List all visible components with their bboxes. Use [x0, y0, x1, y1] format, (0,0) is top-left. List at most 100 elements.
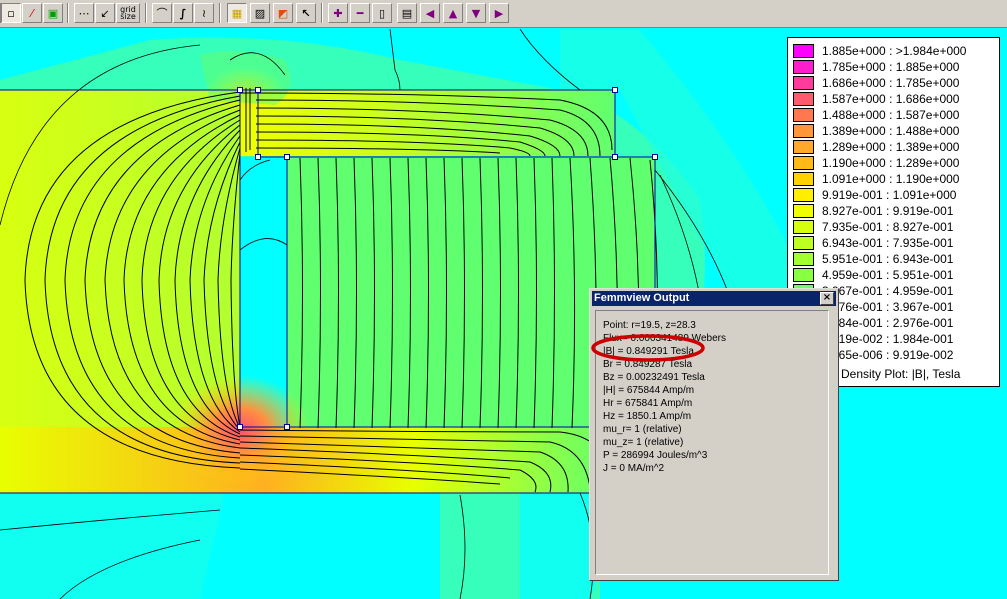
legend-label: 1.091e+000 : 1.190e+000 — [822, 172, 960, 186]
zoom-out-button[interactable]: ━ — [350, 3, 370, 23]
legend-entry: 7.935e-001 : 8.927e-001 — [793, 219, 953, 235]
legend-entry: 8.927e-001 : 9.919e-001 — [793, 203, 953, 219]
legend-entry: 1.686e+000 : 1.785e+000 — [793, 75, 959, 91]
legend-swatch — [793, 76, 814, 90]
pointer-button[interactable]: ↖ — [296, 3, 316, 23]
line-icon: ⁄ — [31, 6, 33, 20]
legend-swatch — [793, 92, 814, 106]
grid-icon: ⋯ — [78, 6, 90, 20]
legend-label: 5.951e-001 : 6.943e-001 — [822, 252, 954, 266]
legend-label: 1.587e+000 : 1.686e+000 — [822, 92, 960, 106]
legend-label: 3.967e-001 : 4.959e-001 — [822, 284, 954, 298]
document-zoom-icon: ▤ — [401, 6, 413, 20]
natural-zoom-button[interactable]: ▤ — [397, 3, 417, 23]
hatch-icon: ▨ — [254, 6, 266, 20]
legend-entry: 5.951e-001 : 6.943e-001 — [793, 251, 953, 267]
toolbar-grip — [145, 3, 147, 23]
legend-swatch — [793, 252, 814, 266]
legend-swatch — [793, 156, 814, 170]
legend-label: 7.935e-001 : 8.927e-001 — [822, 220, 954, 234]
legend-label: 1.289e+000 : 1.389e+000 — [822, 140, 960, 154]
integral-icon: ∫ — [179, 6, 187, 20]
legend-swatch — [793, 172, 814, 186]
region-icon: ▣ — [47, 6, 59, 20]
new-page-button[interactable]: ▯ — [372, 3, 392, 23]
pan-up-button[interactable]: ▲ — [443, 3, 463, 23]
coil-icon: ≀ — [201, 6, 207, 20]
toolbar-grip — [219, 3, 221, 23]
legend-swatch — [793, 188, 814, 202]
legend-entry: 6.943e-001 : 7.935e-001 — [793, 235, 953, 251]
legend-swatch — [793, 220, 814, 234]
legend-label: 9.919e-001 : 1.091e+000 — [822, 188, 957, 202]
density-plot-button[interactable]: ◩ — [273, 3, 293, 23]
pan-left-button[interactable]: ◀ — [420, 3, 440, 23]
arrow-up-icon: ▲ — [448, 6, 458, 20]
show-grid-button[interactable]: ⋯ — [74, 3, 94, 23]
plus-icon: ✚ — [333, 6, 343, 20]
arrow-left-icon: ◀ — [425, 6, 435, 20]
legend-label: 1.165e-006 : 9.919e-002 — [822, 348, 954, 362]
arrow-right-icon: ▶ — [494, 6, 504, 20]
legend-entry: 1.091e+000 : 1.190e+000 — [793, 171, 959, 187]
grid-size-button[interactable]: grid size — [116, 3, 140, 23]
minus-icon: ━ — [356, 6, 364, 20]
legend-label: 1.785e+000 : 1.885e+000 — [822, 60, 960, 74]
toolbar-grip — [67, 3, 69, 23]
legend-entry: 1.190e+000 : 1.289e+000 — [793, 155, 959, 171]
legend-label: 1.885e+000 : >1.984e+000 — [822, 44, 967, 58]
arrow-down-icon: ▼ — [471, 6, 481, 20]
pointer-icon: ↖ — [301, 6, 311, 20]
femmview-output-window[interactable]: Femmview Output × Point: r=19.5, z=28.3 … — [589, 288, 839, 581]
legend-label: 9.919e-002 : 1.984e-001 — [822, 332, 954, 346]
plot-line-button[interactable]: ⌒ — [152, 3, 172, 23]
zoom-in-button[interactable]: ✚ — [328, 3, 348, 23]
legend-entry: 1.885e+000 : >1.984e+000 — [793, 43, 966, 59]
pan-down-button[interactable]: ▼ — [466, 3, 486, 23]
legend-label: 1.686e+000 : 1.785e+000 — [822, 76, 960, 90]
legend-entry: 1.587e+000 : 1.686e+000 — [793, 91, 959, 107]
plot-line-icon: ⌒ — [156, 7, 168, 20]
draw-line-button[interactable]: ⁄ — [22, 3, 42, 23]
contour-icon: ▦ — [231, 6, 243, 20]
integrate-button[interactable]: ∫ — [173, 3, 193, 23]
legend-swatch — [793, 236, 814, 250]
legend-entry: 4.959e-001 : 5.951e-001 — [793, 267, 953, 283]
legend-entry: 1.488e+000 : 1.587e+000 — [793, 107, 959, 123]
legend-label: 1.984e-001 : 2.976e-001 — [822, 316, 954, 330]
legend-label: 1.488e+000 : 1.587e+000 — [822, 108, 960, 122]
legend-label: 4.959e-001 : 5.951e-001 — [822, 268, 954, 282]
legend-label: 1.389e+000 : 1.488e+000 — [822, 124, 960, 138]
legend-entry: 1.289e+000 : 1.389e+000 — [793, 139, 959, 155]
select-region-button[interactable]: ▣ — [43, 3, 63, 23]
pan-right-button[interactable]: ▶ — [489, 3, 509, 23]
legend-label: 6.943e-001 : 7.935e-001 — [822, 236, 954, 250]
hatch-plot-button[interactable]: ▨ — [250, 3, 270, 23]
legend-entry: 1.785e+000 : 1.885e+000 — [793, 59, 959, 75]
plot-type-label: Density Plot: |B|, Tesla — [841, 367, 961, 381]
grid-size-icon: grid size — [120, 5, 136, 21]
legend-label: 2.976e-001 : 3.967e-001 — [822, 300, 954, 314]
density-icon: ◩ — [277, 6, 289, 20]
page-icon: ▯ — [378, 6, 386, 20]
legend-label: 1.190e+000 : 1.289e+000 — [822, 156, 960, 170]
legend-swatch — [793, 108, 814, 122]
legend-entry: 9.919e-001 : 1.091e+000 — [793, 187, 956, 203]
legend-swatch — [793, 124, 814, 138]
toolbar: ▫ ⁄ ▣ ⋯ ↙ grid size ⌒ ∫ ≀ ▦ ▨ ◩ ↖ ✚ ━ ▯ … — [0, 0, 1007, 28]
select-point-button[interactable]: ▫ — [1, 3, 21, 23]
highlight-annotation — [591, 334, 705, 362]
legend-entry: 1.389e+000 : 1.488e+000 — [793, 123, 959, 139]
legend-swatch — [793, 204, 814, 218]
legend-swatch — [793, 60, 814, 74]
square-icon: ▫ — [7, 6, 15, 20]
legend-label: 8.927e-001 : 9.919e-001 — [822, 204, 954, 218]
toolbar-grip — [321, 3, 323, 23]
circuit-props-button[interactable]: ≀ — [194, 3, 214, 23]
legend-swatch — [793, 140, 814, 154]
legend-swatch — [793, 44, 814, 58]
snap-icon: ↙ — [100, 6, 110, 20]
legend-swatch — [793, 268, 814, 282]
contour-plot-button[interactable]: ▦ — [227, 3, 247, 23]
snap-grid-button[interactable]: ↙ — [95, 3, 115, 23]
